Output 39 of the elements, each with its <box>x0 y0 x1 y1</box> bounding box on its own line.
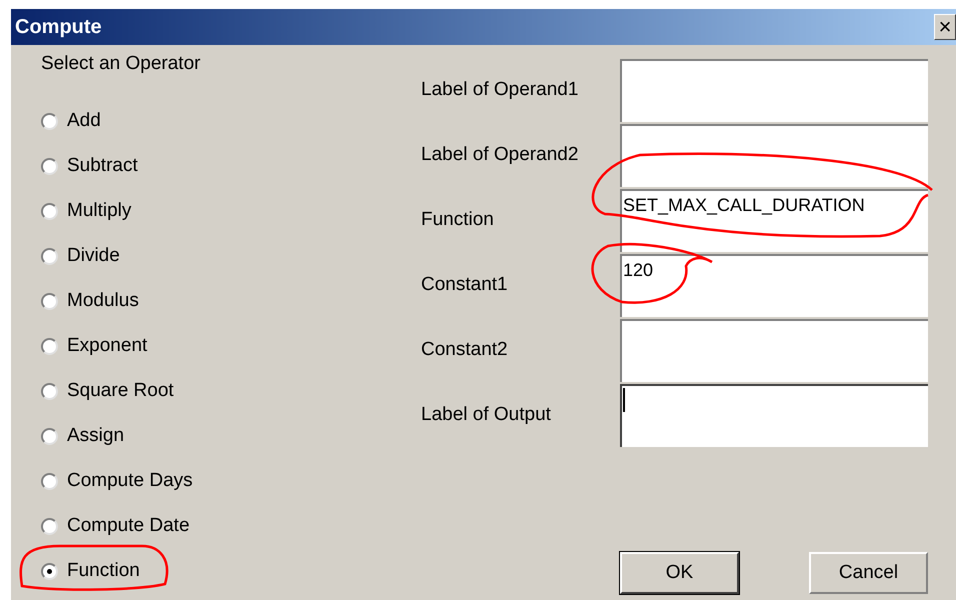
radio-button[interactable] <box>41 248 58 265</box>
radio-button[interactable] <box>41 518 58 535</box>
text-field[interactable] <box>620 319 928 382</box>
text-field[interactable] <box>620 384 928 447</box>
radio-button[interactable] <box>41 338 58 355</box>
ok-button[interactable]: OK <box>620 552 739 594</box>
field-label: Label of Operand2 <box>421 143 580 168</box>
radio-button[interactable] <box>41 563 58 580</box>
group-label: Select an Operator <box>41 53 202 75</box>
radio-option[interactable]: Square Root <box>41 369 174 414</box>
text-field[interactable] <box>620 59 928 122</box>
field-label: Label of Operand1 <box>421 78 580 102</box>
radio-button[interactable] <box>41 383 58 400</box>
window-title: Compute <box>15 15 102 40</box>
radio-option[interactable]: Divide <box>41 234 120 279</box>
radio-option[interactable]: Assign <box>41 414 124 459</box>
text-field[interactable]: SET_MAX_CALL_DURATION <box>620 189 928 252</box>
radio-option[interactable]: Multiply <box>41 189 132 234</box>
radio-option[interactable]: Modulus <box>41 279 139 324</box>
field-label: Constant1 <box>421 273 509 298</box>
radio-button[interactable] <box>41 113 58 130</box>
cancel-button[interactable]: Cancel <box>809 552 928 594</box>
radio-option[interactable]: Function <box>41 549 140 594</box>
radio-option[interactable]: Exponent <box>41 324 148 369</box>
close-button[interactable]: × <box>934 14 956 40</box>
radio-option[interactable]: Compute Days <box>41 459 193 504</box>
radio-button[interactable] <box>41 158 58 175</box>
text-field[interactable]: 120 <box>620 254 928 317</box>
radio-button[interactable] <box>41 293 58 310</box>
text-field[interactable] <box>620 124 928 187</box>
radio-button[interactable] <box>41 428 58 445</box>
radio-button[interactable] <box>41 203 58 220</box>
field-label: Function <box>421 208 495 232</box>
field-label: Constant2 <box>421 338 509 362</box>
radio-option[interactable]: Compute Date <box>41 504 190 549</box>
radio-option[interactable]: Add <box>41 99 101 144</box>
radio-option[interactable]: Subtract <box>41 144 138 189</box>
field-label: Label of Output <box>421 403 552 428</box>
radio-button[interactable] <box>41 473 58 490</box>
